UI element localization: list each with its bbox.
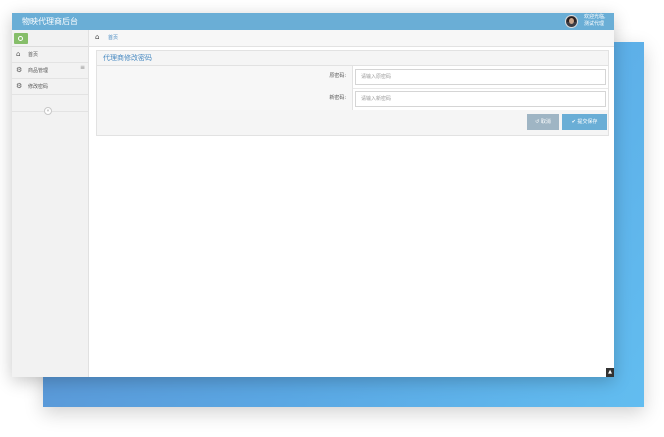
panel-title: 代理商修改密码 <box>103 54 152 62</box>
sidebar: ⌂ 首页 ⚙ 商品管理 ≡ ⚙ 修改密码 « <box>12 30 89 377</box>
old-password-label: 原密码: <box>329 73 346 79</box>
menu-toggle-icon[interactable]: ≡ <box>80 64 85 72</box>
cogs-icon: ⚙ <box>16 66 23 74</box>
top-navbar: 物映代理商后台 欢迎光临, 测试代理 <box>12 13 614 30</box>
sidebar-item-label: 修改密码 <box>28 84 49 90</box>
welcome-text: 欢迎光临, <box>584 14 606 20</box>
form-row-new-password: 新密码: 请输入新密码 <box>97 88 608 111</box>
sidebar-item-products[interactable]: ⚙ 商品管理 ≡ <box>12 63 88 79</box>
user-menu[interactable]: 欢迎光临, 测试代理 <box>584 14 606 28</box>
app-window: 物映代理商后台 欢迎光临, 测试代理 ⌂ 首页 ⚙ 商品管理 ≡ ⚙ 修改密码 … <box>12 13 614 377</box>
new-password-input[interactable]: 请输入新密码 <box>355 91 606 107</box>
submit-label: 提交保存 <box>577 119 598 125</box>
app-title[interactable]: 物映代理商后台 <box>22 15 78 28</box>
change-password-panel: 代理商修改密码 原密码: 请输入原密码 新密码: 请输入新密码 ↺ 取消 ✔ 提… <box>96 50 609 136</box>
sidebar-item-label: 首页 <box>28 52 39 58</box>
breadcrumb: ⌂ 首页 <box>89 30 614 47</box>
form-label-cell: 原密码: <box>97 66 353 88</box>
cancel-button[interactable]: ↺ 取消 <box>527 114 559 130</box>
sidebar-collapse-button[interactable]: « <box>44 107 52 115</box>
home-icon: ⌂ <box>16 50 21 58</box>
sidebar-item-label: 商品管理 <box>28 68 49 74</box>
new-password-placeholder: 请输入新密码 <box>361 96 392 102</box>
scroll-to-top-icon[interactable]: ▲ <box>606 368 614 377</box>
home-icon: ⌂ <box>95 33 100 41</box>
user-avatar[interactable] <box>565 15 578 28</box>
form-actions: ↺ 取消 ✔ 提交保存 <box>97 110 608 135</box>
sidebar-item-change-password[interactable]: ⚙ 修改密码 <box>12 79 88 95</box>
new-password-label: 新密码: <box>329 95 346 101</box>
form-row-old-password: 原密码: 请输入原密码 <box>97 66 608 89</box>
circle-icon <box>18 36 23 41</box>
avatar-face <box>569 18 574 24</box>
cancel-label: 取消 <box>540 119 551 125</box>
submit-button[interactable]: ✔ 提交保存 <box>562 114 607 130</box>
old-password-placeholder: 请输入原密码 <box>361 74 392 80</box>
cogs-icon: ⚙ <box>16 82 23 90</box>
old-password-input[interactable]: 请输入原密码 <box>355 69 606 85</box>
sidebar-shortcut-button[interactable] <box>14 33 28 44</box>
breadcrumb-home-link[interactable]: 首页 <box>108 35 118 42</box>
sidebar-item-home[interactable]: ⌂ 首页 <box>12 47 88 63</box>
user-name: 测试代理 <box>584 21 605 27</box>
form-label-cell: 新密码: <box>97 88 353 110</box>
panel-header: 代理商修改密码 <box>97 51 608 66</box>
